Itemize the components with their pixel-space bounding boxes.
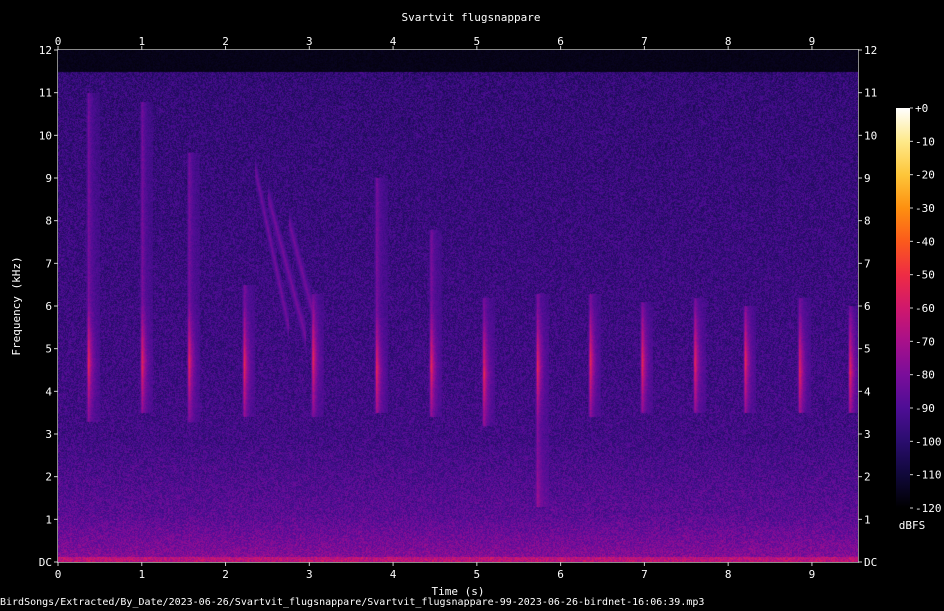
y-tick-label-right: 4: [864, 385, 871, 398]
colorbar-tick-label: -30: [915, 202, 935, 215]
x-tick-label: 5: [474, 568, 481, 581]
file-path-caption: BirdSongs/Extracted/By_Date/2023-06-26/S…: [0, 597, 705, 608]
y-tick-label: 7: [45, 257, 52, 270]
x-tick-label: 9: [809, 568, 816, 581]
chart-title: Svartvit flugsnappare: [401, 11, 540, 24]
x-tick-label: 8: [725, 568, 732, 581]
x-tick-label: 3: [306, 568, 313, 581]
y-tick-label-right: 6: [864, 300, 871, 313]
colorbar-tick-label: -120: [915, 502, 942, 515]
y-tick-label-right: 1: [864, 513, 871, 526]
x-tick-label: 4: [390, 568, 397, 581]
y-tick-label: 6: [45, 300, 52, 313]
spectrogram-plot-area: [58, 50, 858, 562]
x-tick-label: 2: [222, 568, 229, 581]
y-tick-label-right: 8: [864, 215, 871, 228]
x-tick-label-top: 5: [474, 35, 481, 48]
y-tick-label-right: 5: [864, 343, 871, 356]
spectrogram-figure: Svartvit flugsnappare 0123456789 0123456…: [10, 11, 942, 598]
y-tick-label: 4: [45, 385, 52, 398]
y-tick-label: 8: [45, 215, 52, 228]
colorbar-tick-label: -80: [915, 369, 935, 382]
y-tick-label: 9: [45, 172, 52, 185]
colorbar: +0 -10 -20 -30 -40 -50 -60 -70 -80 -90 -100 -110 -12…: [896, 102, 942, 532]
y-tick-label: 12: [39, 44, 52, 57]
colorbar-label: dBFS: [899, 519, 926, 532]
colorbar-tick-label: -20: [915, 169, 935, 182]
y-tick-label-right: 2: [864, 471, 871, 484]
y-tick-label-right: 10: [864, 129, 877, 142]
y-tick-label: 5: [45, 343, 52, 356]
x-tick-label-top: 9: [809, 35, 816, 48]
y-tick-label: 2: [45, 471, 52, 484]
colorbar-tick-label: -50: [915, 269, 935, 282]
colorbar-tick-label: -70: [915, 335, 935, 348]
colorbar-tick-label: -100: [915, 435, 942, 448]
colorbar-tick-label: -90: [915, 402, 935, 415]
y-tick-label: 3: [45, 428, 52, 441]
colorbar-tick-label: +0: [915, 102, 928, 115]
colorbar-tick-label: -10: [915, 135, 935, 148]
y-tick-label-right: 12: [864, 44, 877, 57]
y-tick-label: 10: [39, 129, 52, 142]
x-tick-label: 6: [557, 568, 564, 581]
x-tick-label-top: 2: [222, 35, 229, 48]
x-tick-label-top: 8: [725, 35, 732, 48]
x-tick-label: 7: [641, 568, 648, 581]
x-tick-label-top: 6: [557, 35, 564, 48]
y-tick-label-right: 9: [864, 172, 871, 185]
colorbar-tick-label: -60: [915, 302, 935, 315]
y-axis-label: Frequency (kHz): [10, 256, 23, 355]
colorbar-tick-label: -110: [915, 469, 942, 482]
y-tick-label-right: 3: [864, 428, 871, 441]
y-tick-label-right: 11: [864, 87, 877, 100]
colorbar-tick-label: -40: [915, 235, 935, 248]
x-tick-label: 1: [138, 568, 145, 581]
y-tick-label: 11: [39, 87, 52, 100]
y-tick-label: DC: [39, 556, 52, 569]
x-tick-label-top: 3: [306, 35, 313, 48]
y-tick-label-right: DC: [864, 556, 877, 569]
x-tick-label-top: 4: [390, 35, 397, 48]
x-tick-label-top: 1: [138, 35, 145, 48]
x-tick-label-top: 0: [55, 35, 62, 48]
x-tick-label: 0: [55, 568, 62, 581]
colorbar-gradient: [896, 108, 910, 508]
y-tick-label: 1: [45, 513, 52, 526]
x-tick-label-top: 7: [641, 35, 648, 48]
spectrogram-heatmap: [58, 50, 858, 562]
y-tick-label-right: 7: [864, 257, 871, 270]
